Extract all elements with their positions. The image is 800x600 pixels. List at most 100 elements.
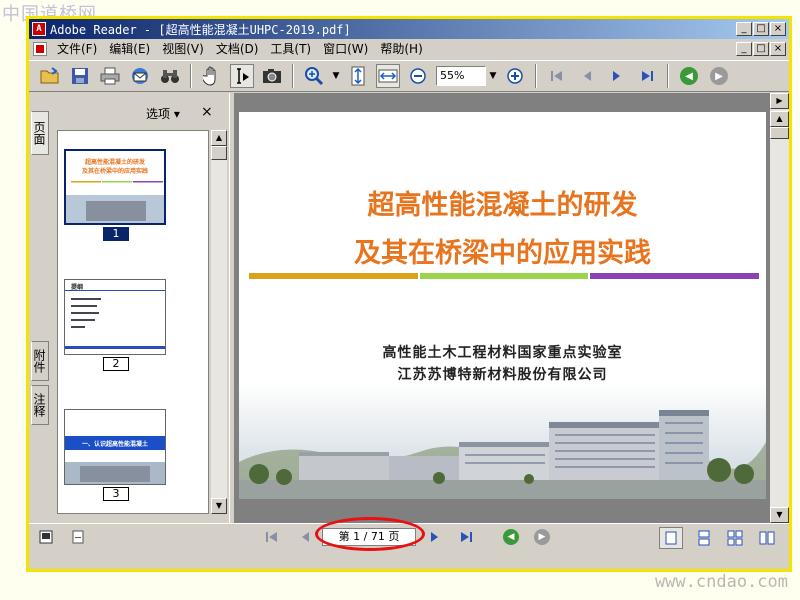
menu-document[interactable]: 文档(D) [210, 39, 265, 59]
thumb-1-title-line2: 及其在桥梁中的应用实践 [81, 168, 148, 175]
menu-edit[interactable]: 编辑(E) [103, 39, 156, 59]
watermark-url: www.cndao.com [654, 572, 788, 592]
page-thumbnail-2[interactable]: 提纲 [64, 279, 166, 355]
window-title: Adobe Reader - [超高性能混凝土UHPC-2019.pdf] [50, 22, 351, 37]
tab-pages[interactable]: 页面 [31, 111, 49, 155]
doc-restore-button[interactable]: □ [753, 42, 769, 56]
scroll-down-icon[interactable]: ▼ [211, 498, 227, 514]
status-first-page-icon[interactable] [265, 530, 279, 547]
navigation-tab-strip: 页面 附件 注释 [29, 93, 51, 523]
menu-help[interactable]: 帮助(H) [374, 39, 428, 59]
document-viewport[interactable]: 超高性能混凝土的研发 及其在桥梁中的应用实践 高性能土木工程材料国家重点实验室 … [235, 93, 770, 523]
panel-expand-icon[interactable]: ▶ [770, 93, 789, 109]
tab-attachments[interactable]: 附件 [31, 341, 49, 381]
menu-window[interactable]: 窗口(W) [317, 39, 374, 59]
thumb-2-heading: 提纲 [71, 284, 84, 291]
save-icon[interactable] [68, 64, 92, 88]
accent-bar-gold [249, 273, 418, 279]
menu-file[interactable]: 文件(F) [51, 39, 103, 59]
document-scrollbar[interactable]: ▶ ▲ ▼ [770, 93, 789, 523]
fit-width-icon[interactable] [376, 64, 400, 88]
email-icon[interactable] [128, 64, 152, 88]
snapshot-camera-icon[interactable] [260, 64, 284, 88]
accent-bar-purple [590, 273, 760, 279]
document-icon[interactable] [33, 42, 47, 56]
scroll-up-icon[interactable]: ▲ [211, 130, 227, 146]
thumb-1-title-line1: 超高性能混凝土的研发 [84, 159, 145, 166]
maximize-button[interactable]: □ [753, 22, 769, 36]
scroll-down-icon[interactable]: ▼ [770, 507, 789, 523]
slide-title-line1: 超高性能混凝土的研发 [367, 190, 638, 221]
toolbar-separator [535, 64, 537, 88]
page-thumbnail-1[interactable]: 超高性能混凝土的研发 及其在桥梁中的应用实践 [64, 149, 166, 225]
page-label-1[interactable]: 1 [103, 227, 129, 241]
scrollbar-thumb[interactable] [211, 146, 227, 160]
select-text-icon[interactable] [230, 64, 254, 88]
go-forward-icon[interactable]: ▶ [707, 64, 731, 88]
tab-pages-label: 页面 [32, 121, 46, 145]
status-go-back-icon[interactable]: ◀ [503, 529, 519, 545]
toolbar-separator [292, 64, 294, 88]
tab-comments-label: 注释 [32, 393, 46, 417]
accent-bars [249, 273, 760, 279]
continuous-view-icon[interactable] [697, 530, 711, 549]
minimize-button[interactable]: _ [736, 22, 752, 36]
page-thumbnail-3[interactable]: 一、认识超高性能混凝土 [64, 409, 166, 485]
zoom-input[interactable]: 55% [436, 66, 486, 86]
menu-bar: 文件(F) 编辑(E) 视图(V) 文档(D) 工具(T) 窗口(W) 帮助(H… [29, 39, 789, 59]
adobe-reader-logo-icon: A [32, 22, 46, 36]
options-menu[interactable]: 选项 ▾ [146, 105, 180, 122]
window-titlebar[interactable]: A Adobe Reader - [超高性能混凝土UHPC-2019.pdf] … [29, 19, 789, 39]
organization-block: 高性能土木工程材料国家重点实验室 江苏苏博特新材料股份有限公司 [239, 342, 766, 386]
fit-height-icon[interactable] [346, 64, 370, 88]
status-go-forward-icon[interactable]: ▶ [534, 529, 550, 545]
page-size-icon[interactable] [71, 530, 85, 547]
thumbnail-list[interactable]: 超高性能混凝土的研发 及其在桥梁中的应用实践 1 提纲 2 一、认识超高性能混凝… [57, 130, 209, 514]
thumbnail-scrollbar[interactable]: ▲ ▼ [211, 130, 227, 514]
page-label-2[interactable]: 2 [103, 357, 129, 371]
tab-attachments-label: 附件 [32, 349, 46, 373]
main-toolbar: ▼ 55% ▼ ◀ ▶ [29, 60, 789, 92]
org-line1: 高性能土木工程材料国家重点实验室 [382, 345, 623, 361]
annotation-highlight-oval [315, 517, 425, 551]
pages-panel: 选项 ▾ × 超高性能混凝土的研发 及其在桥梁中的应用实践 1 提纲 2 一、认… [51, 93, 229, 523]
show-panel-icon[interactable] [39, 530, 53, 547]
open-folder-icon[interactable] [38, 64, 62, 88]
scroll-up-icon[interactable]: ▲ [770, 111, 789, 127]
screenshot-frame: 中国道桥网 www.cndao.com A Adobe Reader - [超高… [0, 0, 800, 600]
chevron-down-icon[interactable]: ▼ [329, 71, 343, 81]
doc-minimize-button[interactable]: _ [736, 42, 752, 56]
continuous-facing-view-icon[interactable] [759, 530, 775, 549]
menu-view[interactable]: 视图(V) [156, 39, 210, 59]
page-label-3[interactable]: 3 [103, 487, 129, 501]
zoom-in-icon[interactable] [302, 64, 326, 88]
toolbar-separator [667, 64, 669, 88]
next-page-icon[interactable] [605, 64, 629, 88]
accent-bar-green [419, 273, 589, 279]
print-icon[interactable] [98, 64, 122, 88]
scrollbar-thumb[interactable] [770, 127, 789, 139]
close-button[interactable]: × [770, 22, 786, 36]
zoom-out-minus-icon[interactable] [406, 64, 430, 88]
campus-illustration [239, 382, 766, 499]
close-panel-button[interactable]: × [201, 104, 213, 120]
zoom-dropdown-icon[interactable]: ▼ [486, 71, 500, 81]
single-page-view-icon[interactable] [659, 527, 683, 549]
last-page-icon[interactable] [635, 64, 659, 88]
hand-tool-icon[interactable] [200, 64, 224, 88]
tab-comments[interactable]: 注释 [31, 385, 49, 425]
slide-title-line2: 及其在桥梁中的应用实践 [354, 238, 651, 269]
status-next-page-icon[interactable] [429, 530, 441, 547]
slide-title: 超高性能混凝土的研发 及其在桥梁中的应用实践 [239, 182, 766, 278]
previous-page-icon[interactable] [575, 64, 599, 88]
first-page-icon[interactable] [545, 64, 569, 88]
doc-close-button[interactable]: × [770, 42, 786, 56]
binoculars-icon[interactable] [158, 64, 182, 88]
zoom-in-plus-icon[interactable] [503, 64, 527, 88]
menu-tools[interactable]: 工具(T) [264, 39, 317, 59]
status-last-page-icon[interactable] [459, 530, 473, 547]
status-previous-page-icon[interactable] [299, 530, 311, 547]
facing-view-icon[interactable] [727, 530, 743, 549]
go-back-icon[interactable]: ◀ [677, 64, 701, 88]
thumb-3-heading: 一、认识超高性能混凝土 [81, 441, 148, 448]
